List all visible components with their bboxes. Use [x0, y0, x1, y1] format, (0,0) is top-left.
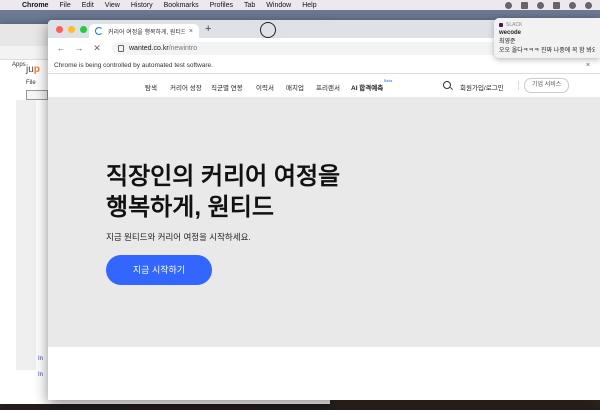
close-infobar-icon[interactable]: × [586, 62, 590, 69]
page-below-fold [48, 347, 600, 400]
slack-icon [499, 23, 503, 27]
menu-profiles[interactable]: Profiles [210, 2, 233, 9]
forward-arrow-icon[interactable]: → [74, 43, 84, 53]
search-icon[interactable] [443, 81, 451, 89]
chrome-window: 커리어 여정을 행복하게, 원티드 × + ← → ✕ wanted.co.kr… [48, 20, 600, 400]
active-tab[interactable]: 커리어 여정을 행복하게, 원티드 × [89, 24, 199, 38]
menu-view[interactable]: View [105, 2, 120, 9]
notification-app: SLACK [499, 22, 595, 28]
nav-freelancer[interactable]: 프리랜서 [316, 82, 340, 92]
back-arrow-icon[interactable]: ← [56, 43, 66, 53]
hero-title: 직장인의 커리어 여정을 행복하게, 원티드 [106, 161, 366, 223]
notification-app-name: SLACK [506, 22, 523, 28]
nav-salary[interactable]: 직군별 연봉 [211, 82, 243, 92]
wifi-icon[interactable] [569, 1, 576, 9]
menu-bookmarks[interactable]: Bookmarks [164, 2, 199, 9]
status-icon[interactable] [521, 1, 528, 9]
window-controls [56, 26, 87, 33]
cell-prompt: In [38, 372, 44, 378]
divider [518, 81, 519, 90]
url-path: /newintro [168, 44, 198, 52]
menu-tab[interactable]: Tab [244, 2, 255, 9]
nav-explore[interactable]: 탐색 [145, 82, 157, 92]
search-icon[interactable] [585, 1, 592, 9]
infobar-text: Chrome is being controlled by automated … [54, 62, 213, 69]
automation-infobar: Chrome is being controlled by automated … [48, 58, 600, 74]
menu-edit[interactable]: Edit [82, 2, 94, 9]
start-now-button[interactable]: 지금 시작하기 [106, 255, 212, 285]
status-icon[interactable] [505, 1, 512, 9]
jupyter-file-menu[interactable]: File [26, 80, 36, 86]
notification-message: 오오 올다ㅋㅋㅋ 진짜 나중에 꼭 함 봐요! [499, 48, 595, 54]
hero-section: 직장인의 커리어 여정을 행복하게, 원티드 지금 원티드와 커리어 여정을 시… [48, 97, 600, 347]
menu-history[interactable]: History [131, 2, 153, 9]
loading-spinner-icon [95, 27, 103, 35]
macos-menubar: Chrome File Edit View History Bookmarks … [0, 0, 600, 10]
close-window-button[interactable] [56, 26, 63, 33]
url-host: wanted.co.kr [129, 44, 169, 52]
menu-help[interactable]: Help [302, 2, 316, 9]
hero-subtitle: 지금 원티드와 커리어 여정을 시작하세요. [106, 232, 251, 242]
jupyter-cell-gutter [16, 100, 36, 370]
cursor-indicator [260, 22, 276, 38]
status-icon[interactable] [537, 1, 544, 9]
nav-ai-prediction[interactable]: AI 합격예측 [351, 82, 383, 92]
nav-career-growth[interactable]: 커리어 성장 [170, 82, 202, 92]
minimize-window-button[interactable] [68, 26, 75, 33]
hero-title-line1: 직장인의 커리어 여정을 [106, 163, 341, 190]
slack-notification[interactable]: SLACK wecode 최영준 오오 올다ㅋㅋㅋ 진짜 나중에 꼭 함 봐요! [494, 18, 600, 58]
notification-sender: 최영준 [499, 39, 516, 45]
menu-window[interactable]: Window [266, 2, 291, 9]
tab-title: 커리어 여정을 행복하게, 원티드 [108, 29, 185, 36]
jupyter-toolbar-button[interactable] [26, 90, 48, 100]
jupyter-logo: jup [26, 64, 40, 75]
close-tab-icon[interactable]: × [189, 28, 193, 35]
status-icon[interactable] [553, 1, 560, 9]
stop-loading-icon[interactable]: ✕ [92, 43, 102, 54]
cell-prompt: In [38, 356, 44, 362]
signup-login-link[interactable]: 회원가입/로그인 [460, 82, 504, 92]
new-tab-button[interactable]: + [205, 23, 211, 35]
maximize-window-button[interactable] [80, 26, 87, 33]
beta-badge: Beta [384, 78, 393, 83]
nav-resume[interactable]: 이력서 [256, 82, 274, 92]
menu-app[interactable]: Chrome [22, 2, 48, 9]
corporate-service-button[interactable]: 기업 서비스 [524, 78, 570, 93]
hero-title-line2: 행복하게, 원티드 [106, 194, 274, 221]
site-header: 탐색 커리어 성장 직군별 연봉 이력서 매치업 프리랜서 AI 합격예측 Be… [48, 75, 600, 98]
lock-icon [118, 44, 124, 52]
menu-file[interactable]: File [59, 2, 70, 9]
nav-matchup[interactable]: 매치업 [286, 82, 304, 92]
